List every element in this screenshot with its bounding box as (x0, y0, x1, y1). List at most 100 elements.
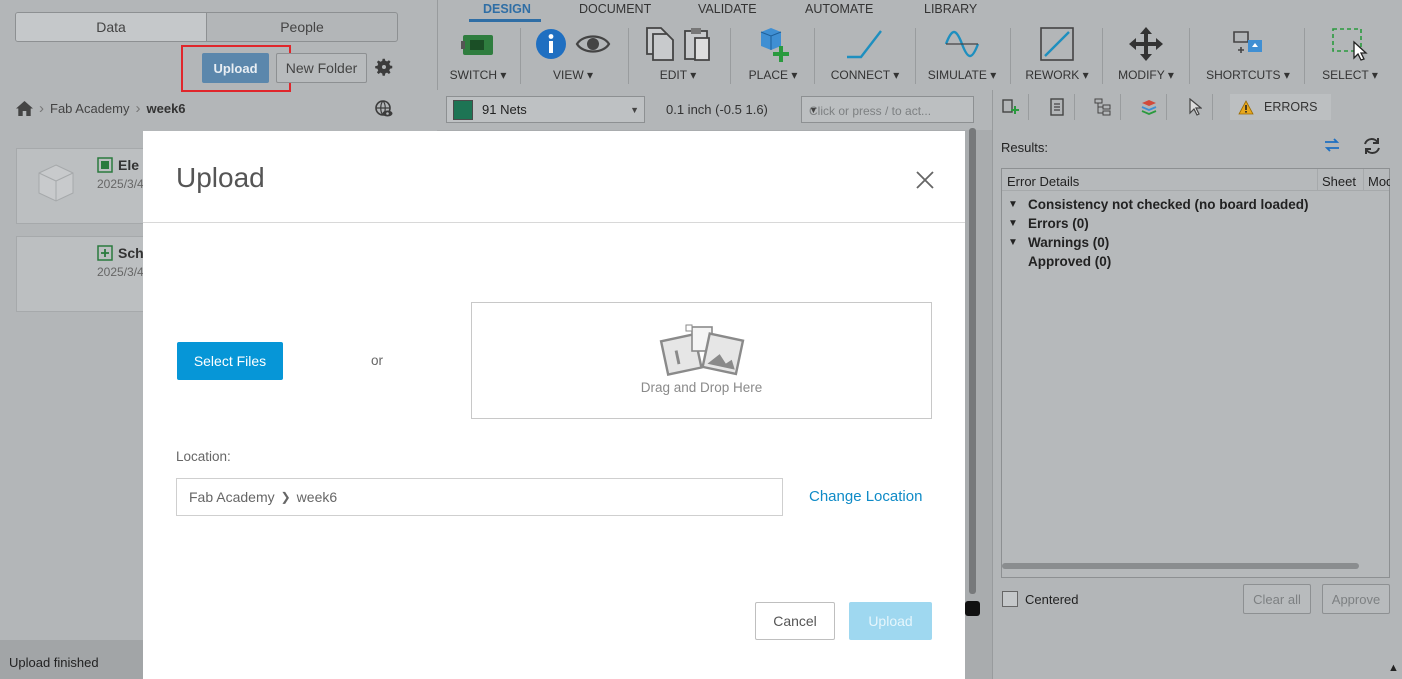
warning-icon (1238, 99, 1254, 114)
globe-eye-icon[interactable] (375, 100, 393, 118)
view-group[interactable]: VIEW ▾ (533, 24, 613, 86)
column-divider (1363, 169, 1364, 191)
tab-document[interactable]: DOCUMENT (579, 2, 651, 16)
ribbon-tabs: DESIGN DOCUMENT VALIDATE AUTOMATE LIBRAR… (438, 0, 1402, 22)
simulate-label: SIMULATE ▾ (927, 68, 997, 82)
swap-icon[interactable] (1323, 136, 1341, 154)
sine-wave-icon (944, 30, 980, 58)
connect-group[interactable]: CONNECT ▾ (828, 24, 902, 86)
column-error-details[interactable]: Error Details (1007, 174, 1079, 189)
chevron-right-icon: › (135, 100, 141, 117)
chevron-right-icon: › (39, 100, 44, 117)
dropdown-arrow-icon: ▼ (630, 105, 639, 115)
edit-label: EDIT ▾ (659, 68, 697, 82)
tab-design[interactable]: DESIGN (483, 2, 531, 16)
divider (814, 28, 815, 84)
tree-item[interactable]: Approved (0) (1008, 252, 1309, 271)
tree-item[interactable]: ▼ Warnings (0) (1008, 233, 1309, 252)
modify-group[interactable]: MODIFY ▾ (1114, 24, 1178, 86)
info-icon (536, 29, 566, 59)
close-icon[interactable] (913, 168, 937, 192)
drop-zone[interactable]: I Drag and Drop Here (471, 302, 932, 419)
edit-group[interactable]: EDIT ▾ (638, 24, 718, 86)
errors-tab-label: ERRORS (1264, 100, 1318, 114)
breadcrumb-item-week6: week6 (146, 101, 186, 116)
tab-layers[interactable] (1131, 94, 1167, 120)
dialog-upload-button[interactable]: Upload (849, 602, 932, 640)
tab-properties[interactable] (1039, 94, 1075, 120)
chevron-right-icon: ❯ (280, 490, 291, 504)
horizontal-scrollbar[interactable] (1002, 563, 1359, 569)
expand-up-icon[interactable]: ▲ (1388, 662, 1399, 674)
expand-triangle-icon[interactable]: ▼ (1008, 233, 1020, 252)
segment-data[interactable]: Data (16, 13, 207, 41)
file-card[interactable]: Sch 2025/3/4 (16, 236, 156, 312)
tab-validate[interactable]: VALIDATE (698, 2, 757, 16)
error-table-header: Error Details Sheet Mod (1002, 169, 1390, 191)
breadcrumb-item-fab-academy[interactable]: Fab Academy (50, 101, 130, 116)
layers-icon (1141, 100, 1156, 115)
cube-icon (38, 164, 74, 202)
change-location-link[interactable]: Change Location (809, 488, 922, 505)
net-color-swatch (453, 99, 473, 120)
clear-all-button[interactable]: Clear all (1243, 584, 1311, 614)
tree-item[interactable]: ▼ Errors (0) (1008, 214, 1309, 233)
shortcuts-label: SHORTCUTS ▾ (1206, 68, 1290, 82)
location-item-week6: week6 (296, 489, 338, 505)
home-icon[interactable] (16, 101, 33, 116)
nets-value: 91 Nets (482, 102, 527, 117)
cursor-icon (1188, 98, 1202, 116)
file-title: Ele (118, 157, 140, 173)
location-field: Fab Academy ❯ week6 (176, 478, 783, 516)
cancel-button[interactable]: Cancel (755, 602, 835, 640)
tree-item[interactable]: ▼ Consistency not checked (no board loade… (1008, 195, 1309, 214)
panel-tabs: ERRORS (993, 90, 1402, 124)
expand-triangle-icon[interactable]: ▼ (1008, 195, 1020, 214)
new-folder-button[interactable]: New Folder (276, 53, 367, 83)
refresh-icon[interactable] (1362, 136, 1382, 156)
tab-errors[interactable]: ERRORS (1230, 94, 1332, 120)
modify-label: MODIFY ▾ (1118, 68, 1174, 82)
nets-dropdown[interactable]: 91 Nets ▼ (446, 96, 645, 123)
place-component-icon (760, 28, 789, 62)
tree-item-label: Approved (0) (1028, 254, 1112, 269)
tab-tree[interactable] (1085, 94, 1121, 120)
rework-group[interactable]: REWORK ▾ (1023, 24, 1091, 86)
view-label: VIEW ▾ (552, 68, 594, 82)
property-bar: 91 Nets ▼ 0.1 inch (-0.5 1.6) Click or p… (437, 90, 992, 130)
dropdown-arrow-icon: ▼ (809, 105, 818, 115)
vertical-scrollbar[interactable] (969, 128, 976, 594)
expand-triangle-icon[interactable]: ▼ (1008, 214, 1020, 233)
data-people-switch: Data People (15, 12, 398, 42)
switch-group[interactable]: SWITCH ▾ (448, 24, 508, 86)
switch-icon (461, 35, 493, 55)
shortcuts-group[interactable]: SHORTCUTS ▾ (1203, 24, 1293, 86)
board-file-icon (97, 157, 113, 173)
select-label: SELECT ▾ (1322, 68, 1378, 82)
select-group[interactable]: SELECT ▾ (1316, 24, 1384, 86)
approve-button[interactable]: Approve (1322, 584, 1390, 614)
command-input[interactable]: Click or press / to act... ▼ (801, 96, 974, 123)
or-label: or (371, 353, 384, 368)
file-card[interactable]: Ele 2025/3/4 (16, 148, 156, 224)
tab-add-part[interactable] (993, 94, 1029, 120)
column-sheet[interactable]: Sheet (1322, 174, 1356, 189)
divider (1189, 28, 1190, 84)
segment-people[interactable]: People (207, 13, 397, 41)
centered-checkbox[interactable] (1002, 591, 1018, 607)
location-item-fab-academy: Fab Academy (189, 489, 275, 505)
simulate-group[interactable]: SIMULATE ▾ (926, 24, 998, 86)
divider (628, 28, 629, 84)
pen-icon[interactable] (965, 601, 980, 616)
divider (520, 28, 521, 84)
tab-selection[interactable] (1177, 94, 1213, 120)
rework-icon (1040, 27, 1074, 61)
gear-icon[interactable] (373, 56, 395, 78)
place-group[interactable]: PLACE ▾ (743, 24, 803, 86)
tab-automate[interactable]: AUTOMATE (805, 2, 873, 16)
tab-library[interactable]: LIBRARY (924, 2, 977, 16)
file-date: 2025/3/4 (97, 265, 144, 279)
select-files-button[interactable]: Select Files (177, 342, 283, 380)
column-module[interactable]: Mod (1368, 174, 1390, 189)
status-text: Upload finished (9, 655, 99, 670)
